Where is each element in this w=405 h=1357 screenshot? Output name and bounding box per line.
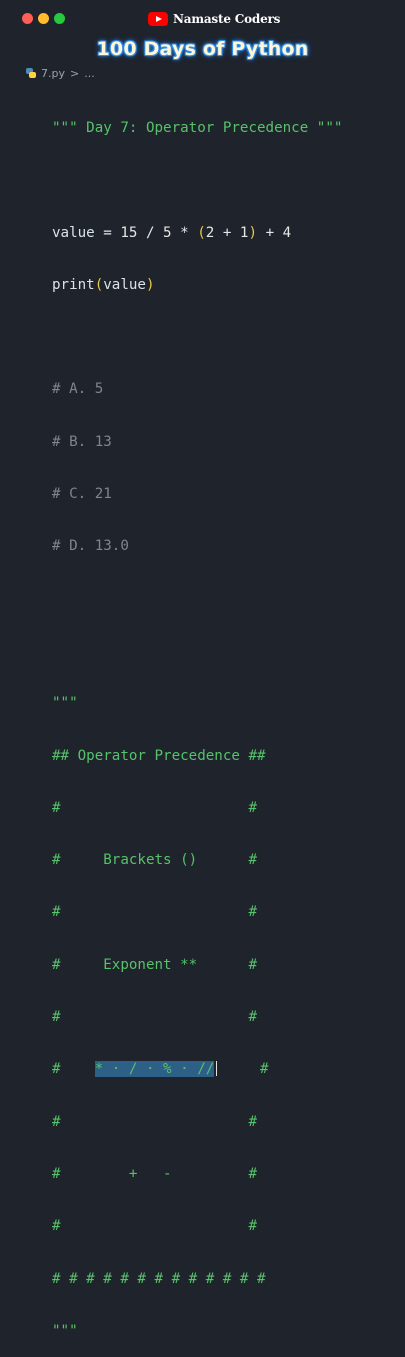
chevron-right-icon: > xyxy=(70,66,80,80)
box-title: ## Operator Precedence ## xyxy=(52,747,266,764)
paren-expression: 2 + 1 xyxy=(205,224,249,241)
box-line-brackets: # Brackets () # xyxy=(52,852,257,869)
selected-operators[interactable]: * · / · % · // xyxy=(94,1061,215,1078)
breadcrumb-file[interactable]: 7.py xyxy=(41,67,65,80)
text-cursor xyxy=(216,1060,218,1076)
print-close-paren: ) xyxy=(145,276,155,293)
python-file-icon xyxy=(26,68,36,78)
box-line-additive: # + - # xyxy=(52,1165,257,1182)
box-line-exponent: # Exponent ** # xyxy=(52,956,257,973)
option-a: # A. 5 xyxy=(52,381,104,398)
expression-head: = 15 / 5 * xyxy=(94,224,198,241)
box-line: # # xyxy=(52,1009,257,1026)
box-line-suffix: # xyxy=(217,1061,269,1078)
close-window-button[interactable] xyxy=(22,13,33,24)
option-b: # B. 13 xyxy=(52,433,112,450)
print-open-paren: ( xyxy=(94,276,104,293)
box-docstring-open: """ xyxy=(52,695,78,712)
box-line: # # xyxy=(52,799,257,816)
code-editor[interactable]: """ Day 7: Operator Precedence """ value… xyxy=(52,86,342,1357)
close-paren: ) xyxy=(248,224,258,241)
box-line-prefix: # xyxy=(52,1061,95,1078)
breadcrumb: 7.py > ... xyxy=(26,65,95,81)
box-docstring-close: """ xyxy=(52,1322,78,1339)
box-line: # # xyxy=(52,904,257,921)
print-argument: value xyxy=(103,276,146,293)
channel-name: Namaste Coders xyxy=(173,12,281,26)
box-bottom-border: # # # # # # # # # # # # # xyxy=(52,1270,266,1287)
option-d: # D. 13.0 xyxy=(52,538,129,555)
open-paren: ( xyxy=(197,224,206,241)
youtube-icon xyxy=(148,12,168,26)
code-line-assignment: value = 15 / 5 * (2 + 1) + 4 xyxy=(52,223,342,243)
minimize-window-button[interactable] xyxy=(38,13,49,24)
breadcrumb-ellipsis[interactable]: ... xyxy=(84,67,95,80)
title-bar: Namaste Coders xyxy=(0,0,405,36)
series-banner: 100 Days of Python xyxy=(96,38,309,60)
option-c: # C. 21 xyxy=(52,486,112,503)
box-line-multiplicative: # * · / · % · // # xyxy=(52,1059,342,1079)
channel-watermark: Namaste Coders xyxy=(148,10,280,28)
box-line: # # xyxy=(52,1113,257,1130)
box-line: # # xyxy=(52,1218,257,1235)
code-line-docstring: """ Day 7: Operator Precedence """ xyxy=(52,120,343,136)
maximize-window-button[interactable] xyxy=(54,13,65,24)
code-line-print: print(value) xyxy=(52,275,342,295)
variable-name: value xyxy=(52,224,95,241)
print-function: print xyxy=(52,276,95,293)
expression-tail: + 4 xyxy=(257,224,292,241)
